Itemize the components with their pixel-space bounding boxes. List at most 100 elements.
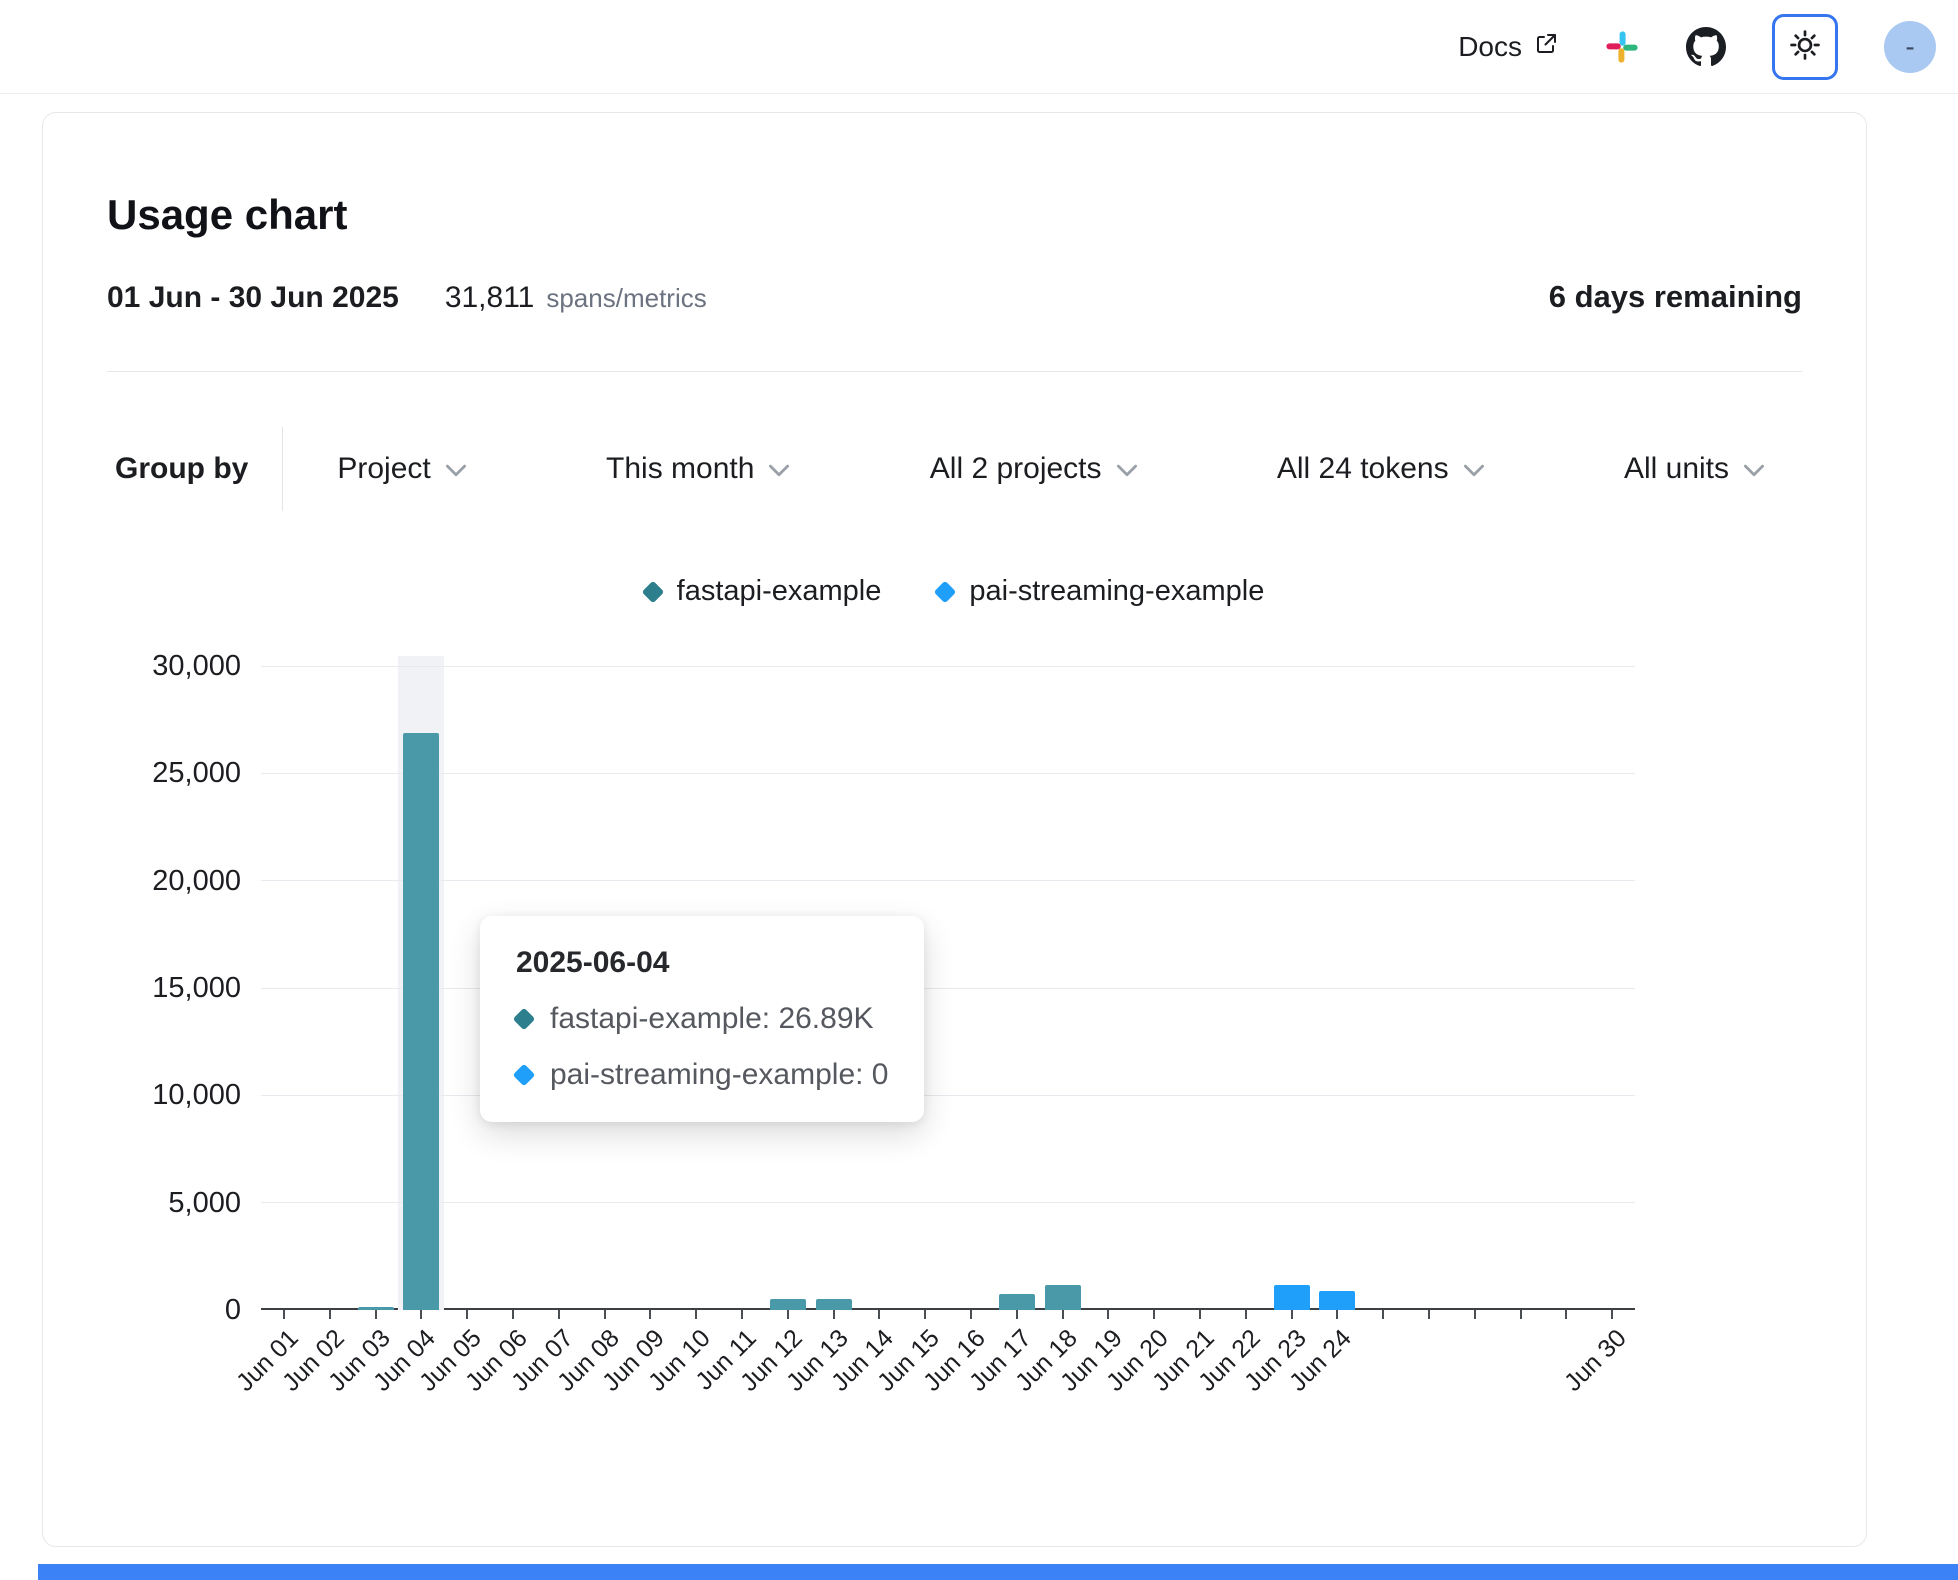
- x-axis-tick: [329, 1310, 331, 1319]
- external-link-icon: [1534, 31, 1558, 63]
- x-axis-tick: [1062, 1310, 1064, 1319]
- legend-diamond-icon: [641, 580, 664, 603]
- usage-card: Usage chart 01 Jun - 30 Jun 2025 31,811 …: [42, 112, 1867, 1547]
- chart-legend: fastapi-example pai-streaming-example: [107, 575, 1802, 608]
- x-axis-tick: [1336, 1310, 1338, 1319]
- bar-fastapi-example[interactable]: [770, 1299, 806, 1310]
- filter-units-dropdown[interactable]: All units: [1624, 452, 1765, 486]
- theme-toggle-button[interactable]: [1772, 14, 1838, 80]
- y-axis-label: 20,000: [111, 864, 241, 898]
- bar-fastapi-example[interactable]: [403, 733, 439, 1310]
- x-axis-tick: [1382, 1310, 1384, 1319]
- filter-dropdowns: Project This month All 2 projects All 24…: [337, 452, 1765, 486]
- y-axis-label: 10,000: [111, 1078, 241, 1112]
- bar-pai-streaming-example[interactable]: [1274, 1285, 1310, 1310]
- legend-label: fastapi-example: [677, 575, 882, 608]
- gridline: [261, 666, 1635, 667]
- bar-fastapi-example[interactable]: [358, 1307, 394, 1310]
- x-axis-tick: [970, 1310, 972, 1319]
- legend-item-fastapi[interactable]: fastapi-example: [645, 575, 882, 608]
- x-axis-tick: [741, 1310, 743, 1319]
- gridline: [261, 1095, 1635, 1096]
- x-axis-tick: [878, 1310, 880, 1319]
- usage-chart: 2025-06-04 fastapi-example: 26.89K pai-s…: [107, 656, 1802, 1466]
- dropdown-label: All units: [1624, 452, 1729, 486]
- chevron-down-icon: [1743, 452, 1765, 486]
- bar-fastapi-example[interactable]: [816, 1299, 852, 1310]
- bar-fastapi-example[interactable]: [999, 1294, 1035, 1310]
- y-axis-label: 25,000: [111, 756, 241, 790]
- gridline: [261, 773, 1635, 774]
- chart-tooltip: 2025-06-04 fastapi-example: 26.89K pai-s…: [480, 916, 924, 1122]
- gridline: [261, 988, 1635, 989]
- chevron-down-icon: [1116, 452, 1138, 486]
- filter-groupby-value-dropdown[interactable]: Project: [337, 452, 466, 486]
- x-axis-tick: [604, 1310, 606, 1319]
- date-range: 01 Jun - 30 Jun 2025: [107, 281, 399, 315]
- x-axis-tick: [1199, 1310, 1201, 1319]
- chevron-down-icon: [445, 452, 467, 486]
- x-axis-tick: [924, 1310, 926, 1319]
- gridline: [261, 880, 1635, 881]
- tooltip-row-text: fastapi-example: 26.89K: [550, 1002, 874, 1036]
- filter-timerange-dropdown[interactable]: This month: [606, 452, 790, 486]
- dropdown-label: Project: [337, 452, 430, 486]
- x-axis-tick: [1245, 1310, 1247, 1319]
- dropdown-label: All 24 tokens: [1277, 452, 1449, 486]
- legend-label: pai-streaming-example: [969, 575, 1264, 608]
- x-axis-tick: [1016, 1310, 1018, 1319]
- x-axis-tick: [649, 1310, 651, 1319]
- x-axis-tick: [1565, 1310, 1567, 1319]
- legend-item-pai-streaming[interactable]: pai-streaming-example: [937, 575, 1264, 608]
- tooltip-date: 2025-06-04: [516, 946, 888, 980]
- slack-icon[interactable]: [1604, 29, 1640, 65]
- tooltip-row-text: pai-streaming-example: 0: [550, 1058, 888, 1092]
- x-axis-tick: [1107, 1310, 1109, 1319]
- chevron-down-icon: [768, 452, 790, 486]
- days-remaining: 6 days remaining: [1549, 279, 1802, 315]
- github-icon[interactable]: [1686, 27, 1726, 67]
- y-axis-label: 5,000: [111, 1186, 241, 1220]
- vertical-divider: [282, 427, 283, 511]
- usage-stats-row: 01 Jun - 30 Jun 2025 31,811 spans/metric…: [107, 279, 1802, 315]
- filter-projects-dropdown[interactable]: All 2 projects: [930, 452, 1138, 486]
- dropdown-label: This month: [606, 452, 754, 486]
- bottom-banner: [38, 1564, 1958, 1580]
- bar-pai-streaming-example[interactable]: [1319, 1291, 1355, 1310]
- x-axis-label: Jun 30: [1513, 1324, 1633, 1444]
- y-axis-label: 15,000: [111, 971, 241, 1005]
- tooltip-diamond-icon: [513, 1008, 536, 1031]
- filter-bar: Group by Project This month All 2 projec…: [107, 427, 1802, 511]
- chart-plot-area: 2025-06-04 fastapi-example: 26.89K pai-s…: [261, 656, 1635, 1310]
- x-axis-tick: [375, 1310, 377, 1319]
- x-axis-tick: [695, 1310, 697, 1319]
- x-axis-tick: [1474, 1310, 1476, 1319]
- page-title: Usage chart: [107, 191, 1802, 239]
- top-header: Docs -: [0, 0, 1958, 94]
- avatar-label: -: [1905, 31, 1914, 63]
- tooltip-diamond-icon: [513, 1064, 536, 1087]
- divider: [107, 371, 1802, 372]
- x-axis-tick: [420, 1310, 422, 1319]
- gridline: [261, 1202, 1635, 1203]
- legend-diamond-icon: [934, 580, 957, 603]
- x-axis-tick: [1153, 1310, 1155, 1319]
- sun-icon: [1788, 28, 1822, 65]
- x-axis-tick: [1428, 1310, 1430, 1319]
- tooltip-row: fastapi-example: 26.89K: [516, 1002, 888, 1036]
- user-avatar[interactable]: -: [1884, 21, 1936, 73]
- x-axis-tick: [1520, 1310, 1522, 1319]
- x-axis-tick: [558, 1310, 560, 1319]
- x-axis-tick: [787, 1310, 789, 1319]
- group-by-label: Group by: [115, 452, 248, 486]
- filter-tokens-dropdown[interactable]: All 24 tokens: [1277, 452, 1485, 486]
- chevron-down-icon: [1463, 452, 1485, 486]
- x-axis-tick: [1291, 1310, 1293, 1319]
- x-axis-tick: [466, 1310, 468, 1319]
- bar-fastapi-example[interactable]: [1045, 1285, 1081, 1310]
- total-unit: spans/metrics: [546, 283, 706, 314]
- x-axis-tick: [833, 1310, 835, 1319]
- docs-link[interactable]: Docs: [1458, 31, 1558, 63]
- total-count: 31,811: [445, 281, 535, 315]
- tooltip-row: pai-streaming-example: 0: [516, 1058, 888, 1092]
